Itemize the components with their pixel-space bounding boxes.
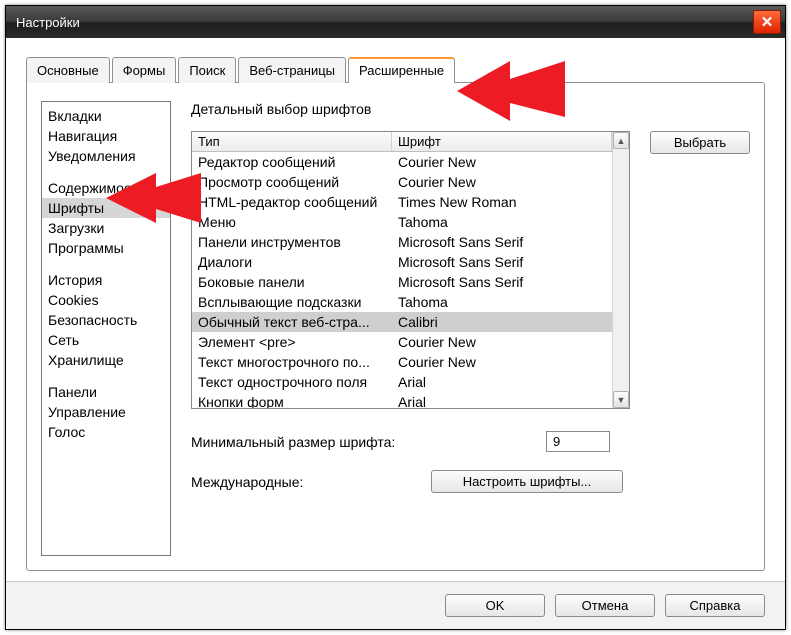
help-button[interactable]: Справка <box>665 594 765 617</box>
cell-font: Tahoma <box>392 292 612 312</box>
cell-type: Элемент <pre> <box>192 332 392 352</box>
cell-font: Courier New <box>392 332 612 352</box>
sidebar-item[interactable]: Cookies <box>42 290 170 310</box>
cell-font: Courier New <box>392 352 612 372</box>
intl-label: Международные: <box>191 474 431 490</box>
tab-формы[interactable]: Формы <box>112 57 177 83</box>
cell-type: Текст многострочного по... <box>192 352 392 372</box>
main-pane: Детальный выбор шрифтов Тип Шрифт Редакт… <box>171 101 750 556</box>
tab-расширенные[interactable]: Расширенные <box>348 57 455 83</box>
sidebar-item[interactable]: Содержимое <box>42 178 170 198</box>
table-row[interactable]: Кнопки формArial <box>192 392 612 408</box>
min-font-label: Минимальный размер шрифта: <box>191 434 431 450</box>
sidebar-item[interactable]: История <box>42 270 170 290</box>
tab-основные[interactable]: Основные <box>26 57 110 83</box>
column-type[interactable]: Тип <box>192 132 392 151</box>
tab-panel: ВкладкиНавигацияУведомленияСодержимоеШри… <box>26 82 765 571</box>
sidebar-item[interactable]: Безопасность <box>42 310 170 330</box>
settings-window: Настройки ✕ ОсновныеФормыПоискВеб-страни… <box>5 5 786 630</box>
sidebar-item[interactable]: Хранилище <box>42 350 170 370</box>
cancel-button[interactable]: Отмена <box>555 594 655 617</box>
tab-веб-страницы[interactable]: Веб-страницы <box>238 57 346 83</box>
ok-button[interactable]: OK <box>445 594 545 617</box>
table-row[interactable]: Текст многострочного по...Courier New <box>192 352 612 372</box>
cell-type: Редактор сообщений <box>192 152 392 172</box>
sidebar-item[interactable]: Навигация <box>42 126 170 146</box>
font-table-body: Редактор сообщенийCourier NewПросмотр со… <box>192 152 612 408</box>
tab-strip: ОсновныеФормыПоискВеб-страницыРасширенны… <box>26 56 765 82</box>
cell-type: Панели инструментов <box>192 232 392 252</box>
cell-type: Всплывающие подсказки <box>192 292 392 312</box>
font-selection-row: Тип Шрифт Редактор сообщенийCourier NewП… <box>191 131 750 409</box>
intl-row: Международные: Настроить шрифты... <box>191 470 750 493</box>
sidebar-item[interactable]: Программы <box>42 238 170 258</box>
sidebar-item[interactable]: Уведомления <box>42 146 170 166</box>
cell-type: Текст однострочного поля <box>192 372 392 392</box>
min-font-row: Минимальный размер шрифта: <box>191 431 750 452</box>
scroll-up-icon[interactable]: ▲ <box>613 132 629 149</box>
table-row[interactable]: Элемент <pre>Courier New <box>192 332 612 352</box>
cell-type: Просмотр сообщений <box>192 172 392 192</box>
scroll-down-icon[interactable]: ▼ <box>613 391 629 408</box>
cell-type: Боковые панели <box>192 272 392 292</box>
table-row[interactable]: Редактор сообщенийCourier New <box>192 152 612 172</box>
cell-type: Меню <box>192 212 392 232</box>
vertical-scrollbar[interactable]: ▲ ▼ <box>612 132 629 408</box>
titlebar: Настройки ✕ <box>6 6 785 38</box>
sidebar-item[interactable]: Загрузки <box>42 218 170 238</box>
sidebar-item[interactable]: Шрифты <box>42 198 170 218</box>
sidebar-item[interactable]: Управление <box>42 402 170 422</box>
close-button[interactable]: ✕ <box>753 10 781 34</box>
choose-button[interactable]: Выбрать <box>650 131 750 154</box>
font-table: Тип Шрифт Редактор сообщенийCourier NewП… <box>191 131 630 409</box>
scroll-track[interactable] <box>613 149 629 391</box>
min-font-input[interactable] <box>546 431 610 452</box>
table-row[interactable]: Просмотр сообщенийCourier New <box>192 172 612 192</box>
cell-font: Microsoft Sans Serif <box>392 232 612 252</box>
font-table-header: Тип Шрифт <box>192 132 612 152</box>
cell-font: Arial <box>392 372 612 392</box>
table-row[interactable]: Текст однострочного поляArial <box>192 372 612 392</box>
section-title: Детальный выбор шрифтов <box>191 101 750 117</box>
window-title: Настройки <box>16 15 753 30</box>
cell-font: Calibri <box>392 312 612 332</box>
cell-type: Кнопки форм <box>192 392 392 408</box>
sidebar-item[interactable]: Сеть <box>42 330 170 350</box>
table-row[interactable]: МенюTahoma <box>192 212 612 232</box>
cell-font: Tahoma <box>392 212 612 232</box>
table-row[interactable]: ДиалогиMicrosoft Sans Serif <box>192 252 612 272</box>
column-font[interactable]: Шрифт <box>392 132 612 151</box>
cell-font: Courier New <box>392 172 612 192</box>
table-row[interactable]: HTML-редактор сообщенийTimes New Roman <box>192 192 612 212</box>
cell-type: HTML-редактор сообщений <box>192 192 392 212</box>
table-row[interactable]: Боковые панелиMicrosoft Sans Serif <box>192 272 612 292</box>
content-area: ОсновныеФормыПоискВеб-страницыРасширенны… <box>6 38 785 581</box>
table-row[interactable]: Панели инструментовMicrosoft Sans Serif <box>192 232 612 252</box>
cell-font: Times New Roman <box>392 192 612 212</box>
sidebar-item[interactable]: Панели <box>42 382 170 402</box>
sidebar-item[interactable]: Вкладки <box>42 106 170 126</box>
cell-type: Обычный текст веб-стра... <box>192 312 392 332</box>
close-icon: ✕ <box>761 13 774 31</box>
table-row[interactable]: Всплывающие подсказкиTahoma <box>192 292 612 312</box>
cell-type: Диалоги <box>192 252 392 272</box>
dialog-footer: OK Отмена Справка <box>6 581 785 629</box>
category-sidebar: ВкладкиНавигацияУведомления СодержимоеШри… <box>41 101 171 556</box>
cell-font: Arial <box>392 392 612 408</box>
cell-font: Microsoft Sans Serif <box>392 252 612 272</box>
sidebar-item[interactable]: Голос <box>42 422 170 442</box>
tab-поиск[interactable]: Поиск <box>178 57 236 83</box>
cell-font: Courier New <box>392 152 612 172</box>
configure-intl-fonts-button[interactable]: Настроить шрифты... <box>431 470 623 493</box>
table-row[interactable]: Обычный текст веб-стра...Calibri <box>192 312 612 332</box>
cell-font: Microsoft Sans Serif <box>392 272 612 292</box>
